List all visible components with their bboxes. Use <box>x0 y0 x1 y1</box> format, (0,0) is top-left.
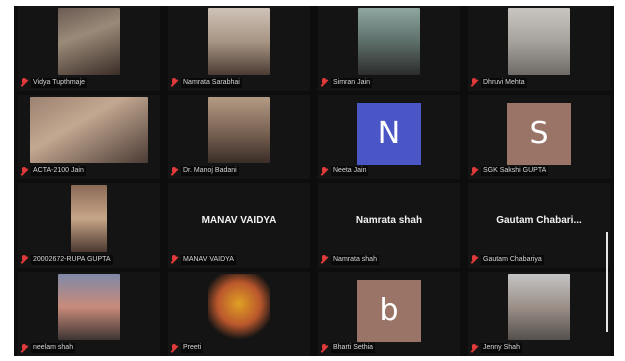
name-bar: 20002672-RUPA GUPTA <box>20 254 158 266</box>
mic-muted-icon <box>170 166 178 176</box>
participant-tile[interactable]: MANAV VAIDYA MANAV VAIDYA <box>168 183 310 268</box>
participant-name: Dhruvi Mehta <box>481 77 527 88</box>
participant-name: ACTA-2100 Jain <box>31 166 86 176</box>
participant-name: 20002672-RUPA GUPTA <box>31 254 113 265</box>
participant-grid: Vidya Tupthmaje Namrata Sarabhai Simran Ja… <box>18 6 610 356</box>
participant-tile[interactable]: neelam shah <box>18 271 160 356</box>
participant-tile[interactable]: 20002672-RUPA GUPTA <box>18 183 160 268</box>
participant-name: Namrata Sarabhai <box>181 77 242 88</box>
name-bar: Bharti Sethia <box>320 342 458 354</box>
mic-muted-icon <box>320 343 328 353</box>
mic-muted-icon <box>170 78 178 87</box>
participant-tile[interactable]: Vidya Tupthmaje <box>18 6 160 91</box>
participant-tile[interactable]: Namrata Sarabhai <box>168 6 310 91</box>
participant-video <box>58 273 120 340</box>
participant-video <box>508 273 570 340</box>
participant-tile[interactable]: Gautam Chabari... Gautam Chabariya <box>468 183 610 268</box>
participant-tile[interactable]: N Neeta Jain <box>318 94 460 179</box>
name-bar: Simran Jain <box>320 77 458 89</box>
name-bar: Namrata Sarabhai <box>170 77 308 89</box>
mic-muted-icon <box>470 166 478 176</box>
participant-avatar: S <box>507 102 571 165</box>
mic-muted-icon <box>470 78 478 87</box>
participant-name: Gautam Chabariya <box>481 254 544 265</box>
mic-muted-icon <box>320 78 328 87</box>
participant-display-name: Gautam Chabari... <box>496 215 582 226</box>
participant-name: Jenny Shah <box>481 343 522 353</box>
mic-muted-icon <box>20 166 28 176</box>
participant-name: Simran Jain <box>331 77 372 88</box>
mic-muted-icon <box>470 343 478 353</box>
name-bar: MANAV VAIDYA <box>170 254 308 266</box>
participant-tile[interactable]: b Bharti Sethia <box>318 271 460 356</box>
mic-muted-icon <box>20 78 28 87</box>
participant-name: Namrata shah <box>331 254 379 265</box>
mic-muted-icon <box>470 255 478 264</box>
participant-tile[interactable]: Jenny Shah <box>468 271 610 356</box>
participant-name: Bharti Sethia <box>331 343 376 353</box>
participant-video <box>208 96 270 163</box>
participant-name: Dr. Manoj Badani <box>181 166 239 176</box>
participant-name: Neeta Jain <box>331 166 369 176</box>
participant-tile[interactable]: ACTA-2100 Jain <box>18 94 160 179</box>
name-bar: Jenny Shah <box>470 342 608 354</box>
mic-muted-icon <box>20 255 28 264</box>
name-bar: Neeta Jain <box>320 165 458 177</box>
participant-name: Preeti <box>181 343 204 353</box>
participant-video <box>208 8 270 75</box>
name-bar: ACTA-2100 Jain <box>20 165 158 177</box>
participant-name: SGK Sakshi GUPTA <box>481 166 549 176</box>
name-bar: Namrata shah <box>320 254 458 266</box>
participant-video <box>71 185 107 252</box>
name-bar: Preeti <box>170 342 308 354</box>
participant-tile[interactable]: Dhruvi Mehta <box>468 6 610 91</box>
participant-tile[interactable]: Preeti <box>168 271 310 356</box>
name-bar: Vidya Tupthmaje <box>20 77 158 89</box>
participant-name: MANAV VAIDYA <box>181 254 236 265</box>
participant-video <box>58 8 120 75</box>
participant-video <box>508 8 570 75</box>
mic-muted-icon <box>170 255 178 264</box>
participant-tile[interactable]: Simran Jain <box>318 6 460 91</box>
name-bar: Dr. Manoj Badani <box>170 165 308 177</box>
participant-video <box>208 273 270 340</box>
name-bar: Dhruvi Mehta <box>470 77 608 89</box>
name-bar: SGK Sakshi GUPTA <box>470 165 608 177</box>
name-bar: neelam shah <box>20 342 158 354</box>
mic-muted-icon <box>320 255 328 264</box>
participant-display-name: MANAV VAIDYA <box>201 215 277 226</box>
name-bar: Gautam Chabariya <box>470 254 608 266</box>
participant-name: neelam shah <box>31 343 76 353</box>
participant-avatar: N <box>357 102 421 165</box>
participant-display-name: Namrata shah <box>355 215 423 226</box>
participant-tile[interactable]: Dr. Manoj Badani <box>168 94 310 179</box>
participant-name: Vidya Tupthmaje <box>31 77 88 88</box>
participant-tile[interactable]: S SGK Sakshi GUPTA <box>468 94 610 179</box>
participant-video <box>30 96 148 163</box>
participant-tile[interactable]: Namrata shah Namrata shah <box>318 183 460 268</box>
scrollbar[interactable] <box>606 232 608 332</box>
video-gallery: Vidya Tupthmaje Namrata Sarabhai Simran Ja… <box>14 6 614 356</box>
participant-avatar: b <box>357 279 421 342</box>
mic-muted-icon <box>20 343 28 353</box>
mic-muted-icon <box>170 343 178 353</box>
participant-video <box>358 8 420 75</box>
mic-muted-icon <box>320 166 328 176</box>
